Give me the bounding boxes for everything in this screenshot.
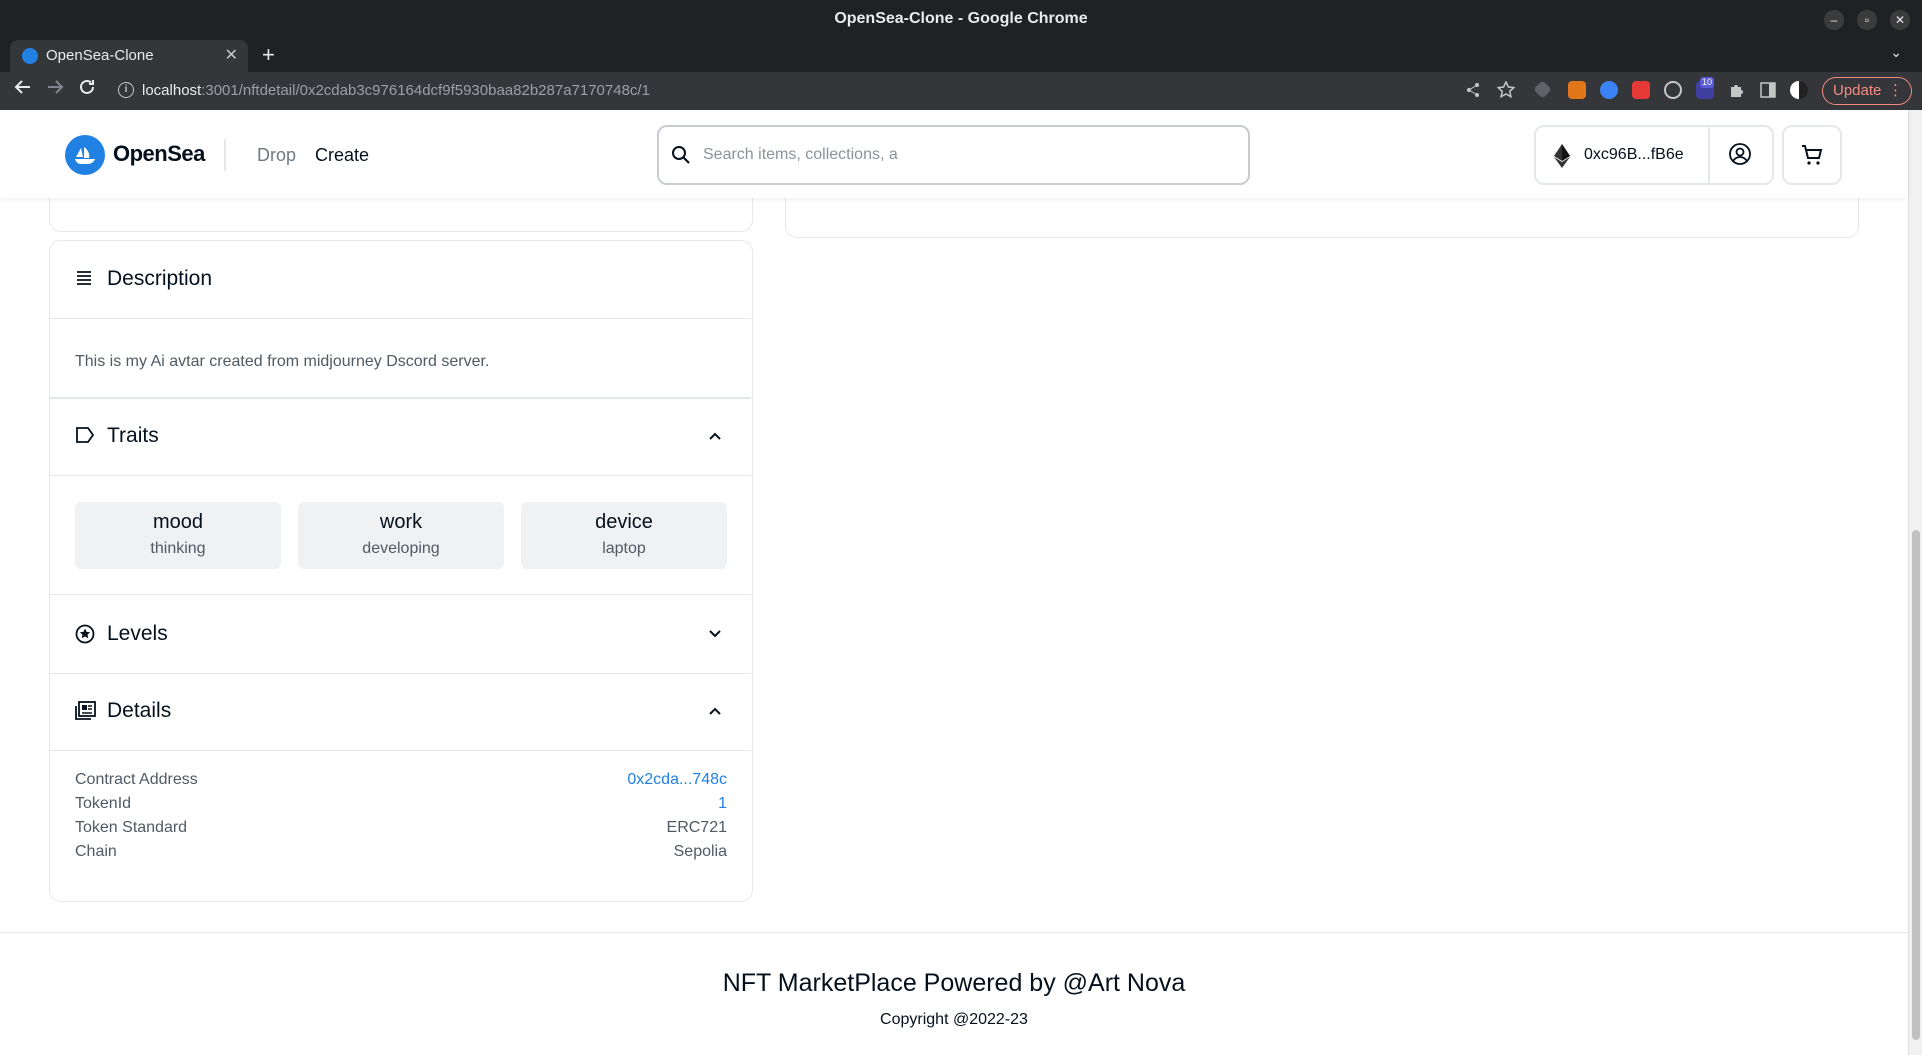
forward-button[interactable] (42, 78, 68, 102)
trait-value: thinking (150, 540, 206, 557)
description-text: This is my Ai avtar created from midjour… (75, 353, 490, 370)
chevron-up-icon[interactable] (707, 428, 723, 444)
extension-diamond-icon[interactable] (1533, 80, 1552, 99)
star-circle-icon (75, 624, 95, 644)
minimize-button[interactable]: – (1824, 10, 1844, 30)
nav-create-link[interactable]: Create (315, 145, 369, 166)
extensions-puzzle-icon[interactable] (1728, 81, 1746, 99)
metamask-icon[interactable] (1568, 81, 1586, 99)
window-title: OpenSea-Clone - Google Chrome (834, 10, 1088, 27)
trait-value: developing (362, 540, 440, 557)
tab-search-button[interactable]: ⌄ (1890, 44, 1902, 61)
page-scrollbar[interactable] (1908, 110, 1922, 1055)
details-title: Details (107, 699, 172, 722)
trait-card[interactable]: mood thinking (75, 502, 281, 569)
trait-name: mood (152, 511, 204, 533)
trait-name: device (595, 511, 653, 533)
details-card-icon (75, 701, 96, 720)
opensea-favicon-icon (22, 48, 38, 64)
contract-address-link[interactable]: 0x2cda...748c (627, 771, 727, 789)
chevron-down-icon[interactable] (707, 626, 723, 642)
footer-copyright: Copyright @2022-23 (880, 1011, 1028, 1028)
back-arrow-icon (14, 80, 30, 94)
site-info-icon[interactable]: i (118, 82, 134, 98)
reload-icon (80, 79, 94, 94)
detail-row-standard: Token Standard ERC721 (75, 819, 727, 843)
footer-title: NFT MarketPlace Powered by @Art Nova (722, 969, 1186, 997)
new-tab-button[interactable]: + (262, 42, 275, 68)
detail-value: ERC721 (666, 819, 727, 836)
token-id-link[interactable]: 1 (718, 795, 727, 813)
extension-target-icon[interactable] (1664, 81, 1682, 99)
detail-label: Token Standard (75, 819, 188, 836)
item-info-panel: Description This is my Ai avtar created … (49, 240, 753, 902)
detail-row-chain: Chain Sepolia (75, 843, 727, 867)
traits-list: mood thinking work developing device lap… (50, 477, 751, 595)
scrollbar-thumb[interactable] (1912, 530, 1920, 1040)
address-bar[interactable]: i localhost:3001/nftdetail/0x2cdab3c9761… (112, 76, 1352, 106)
reload-button[interactable] (74, 78, 100, 102)
site-header: OpenSea Drop Create 0xc96B...fB6e (0, 110, 1908, 198)
header-divider (224, 139, 226, 171)
logo-text[interactable]: OpenSea (113, 141, 205, 167)
chrome-update-button[interactable]: Update ⋮ (1822, 77, 1912, 105)
maximize-button[interactable]: ▫ (1857, 10, 1877, 30)
profile-icon[interactable] (1728, 142, 1752, 166)
share-icon[interactable] (1465, 82, 1481, 98)
cart-icon (1802, 145, 1823, 165)
nav-drop-link[interactable]: Drop (257, 145, 296, 166)
side-panel-icon[interactable] (1760, 82, 1776, 98)
extension-badge-icon[interactable]: 10 (1696, 77, 1715, 99)
trait-card[interactable]: device laptop (521, 502, 727, 569)
chevron-up-icon[interactable] (707, 703, 723, 719)
forward-arrow-icon (48, 80, 64, 94)
ethereum-icon (1554, 144, 1570, 168)
wallet-separator (1708, 127, 1710, 183)
traits-title: Traits (107, 424, 159, 447)
tab-close-icon[interactable]: ✕ (225, 45, 238, 65)
traits-header[interactable]: Traits (50, 398, 751, 476)
detail-row-tokenid: TokenId 1 (75, 795, 727, 819)
search-input[interactable] (703, 141, 1223, 169)
tab-strip: OpenSea-Clone ✕ + ⌄ (0, 38, 1922, 72)
profile-avatar-icon[interactable] (1790, 81, 1808, 99)
tag-icon (76, 427, 95, 443)
levels-title: Levels (107, 622, 168, 645)
bookmark-star-icon[interactable] (1497, 81, 1515, 99)
browser-toolbar: i localhost:3001/nftdetail/0x2cdab3c9761… (0, 72, 1922, 110)
trait-value: laptop (602, 540, 646, 557)
detail-value: Sepolia (673, 843, 727, 860)
url-text[interactable]: localhost:3001/nftdetail/0x2cdab3c976164… (142, 82, 650, 99)
details-header[interactable]: Details (50, 673, 751, 751)
browser-tab[interactable]: OpenSea-Clone ✕ (10, 40, 248, 72)
cart-button[interactable] (1782, 125, 1842, 185)
wallet-box[interactable]: 0xc96B...fB6e (1534, 125, 1774, 185)
detail-label: Chain (75, 843, 117, 860)
detail-label: Contract Address (75, 771, 198, 788)
tab-title: OpenSea-Clone (46, 47, 154, 64)
site-footer: NFT MarketPlace Powered by @Art Nova Cop… (0, 932, 1908, 1055)
wallet-address[interactable]: 0xc96B...fB6e (1584, 146, 1684, 164)
detail-row-contract: Contract Address 0x2cda...748c (75, 771, 727, 795)
description-title: Description (107, 267, 213, 290)
description-lines-icon (77, 271, 91, 285)
trait-card[interactable]: work developing (298, 502, 504, 569)
detail-label: TokenId (75, 795, 132, 812)
description-header: Description (50, 241, 751, 319)
trait-name: work (379, 511, 423, 533)
opensea-logo-icon[interactable] (65, 135, 105, 175)
search-box[interactable] (657, 125, 1250, 185)
extension-blue-icon[interactable] (1600, 81, 1618, 99)
extension-red-icon[interactable] (1632, 81, 1650, 99)
back-button[interactable] (10, 78, 36, 102)
search-icon (672, 146, 690, 164)
window-titlebar: OpenSea-Clone - Google Chrome – ▫ ✕ (0, 0, 1922, 40)
page-viewport: OpenSea Drop Create 0xc96B...fB6e Descri… (0, 110, 1922, 1055)
details-list: Contract Address 0x2cda...748c TokenId 1… (50, 751, 751, 901)
close-window-button[interactable]: ✕ (1890, 10, 1910, 30)
levels-header[interactable]: Levels (50, 596, 751, 674)
